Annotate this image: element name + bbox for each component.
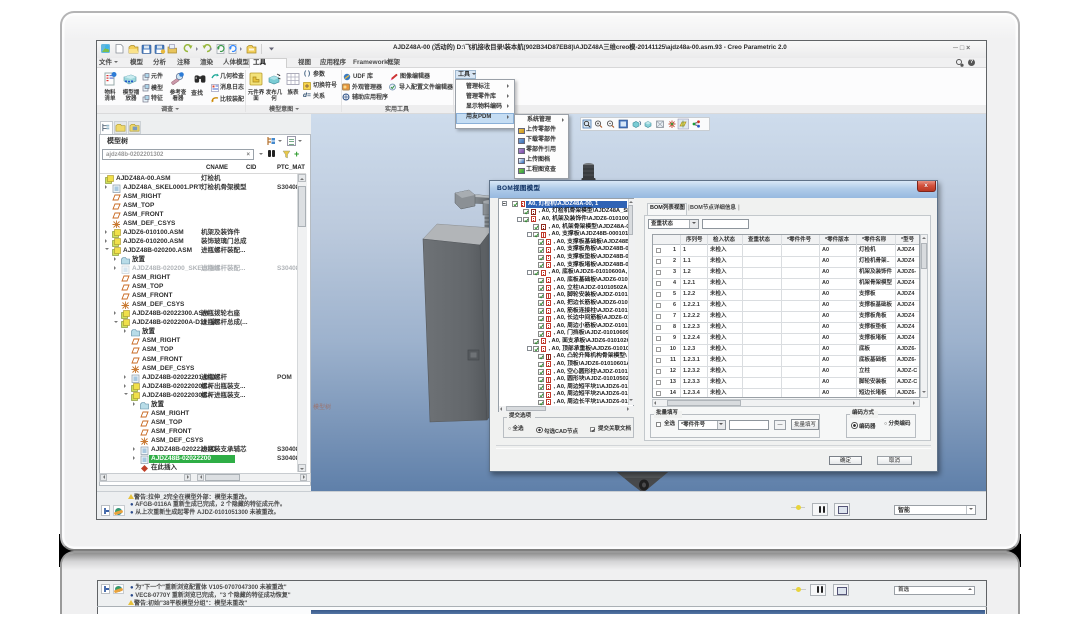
svg-text:模型树: 模型树 — [313, 403, 331, 411]
